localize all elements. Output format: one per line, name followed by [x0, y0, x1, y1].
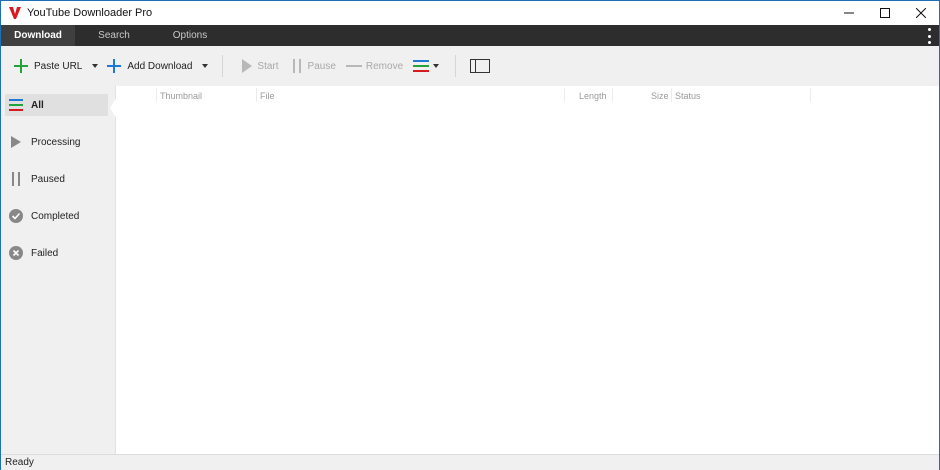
tab-search[interactable]: Search [75, 25, 153, 46]
tab-download[interactable]: Download [1, 25, 75, 46]
download-list: Thumbnail File Length Size Status [116, 86, 939, 454]
pause-icon [292, 59, 301, 73]
minimize-icon [844, 12, 854, 14]
x-circle-icon [9, 246, 23, 260]
tab-options[interactable]: Options [153, 25, 227, 46]
sidebar-item-label: Failed [31, 247, 59, 259]
close-button[interactable] [903, 1, 939, 25]
plus-blue-icon [107, 59, 122, 73]
app-logo-icon [7, 5, 23, 21]
add-download-label: Add Download [127, 60, 193, 72]
list-icon [9, 98, 23, 112]
plus-green-icon [14, 59, 28, 73]
sidebar-item-label: Paused [31, 173, 65, 185]
toolbar-divider [455, 55, 457, 77]
sidebar-item-failed[interactable]: Failed [5, 242, 108, 264]
toolbar-divider [222, 55, 224, 77]
list-filter-button[interactable] [413, 54, 440, 78]
remove-label: Remove [365, 60, 404, 72]
sidebar-item-processing[interactable]: Processing [5, 131, 108, 153]
status-text: Ready [5, 457, 34, 468]
add-download-dropdown[interactable] [202, 54, 209, 78]
sidebar-item-label: Completed [31, 210, 80, 222]
paste-url-button[interactable]: Paste URL [13, 54, 82, 78]
main-tab-bar: Download Search Options [1, 25, 939, 46]
column-header-thumbnail[interactable]: Thumbnail [160, 86, 202, 106]
minus-icon [345, 65, 362, 67]
pause-label: Pause [307, 60, 336, 72]
column-divider [564, 88, 565, 102]
check-circle-icon [9, 209, 23, 223]
colored-list-icon [413, 60, 430, 72]
sidebar-item-all[interactable]: All [5, 94, 108, 116]
sidebar-item-paused[interactable]: Paused [5, 168, 108, 190]
column-divider [256, 88, 257, 102]
paste-url-dropdown[interactable] [92, 54, 99, 78]
column-divider [671, 88, 672, 102]
remove-button[interactable]: Remove [345, 54, 404, 78]
sidebar: All Processing Paused Completed Failed [1, 86, 117, 454]
title-bar: YouTube Downloader Pro [1, 1, 939, 25]
chevron-down-icon [202, 64, 209, 68]
window-controls [831, 1, 939, 25]
play-icon [242, 59, 253, 73]
column-header-file[interactable]: File [260, 86, 275, 106]
panel-layout-icon [470, 59, 491, 73]
status-bar: Ready [1, 454, 939, 470]
sidebar-item-label: Processing [31, 136, 81, 148]
pause-button[interactable]: Pause [292, 54, 336, 78]
more-options-icon[interactable] [927, 28, 931, 44]
start-label: Start [257, 60, 279, 72]
sidebar-item-label: All [31, 99, 44, 111]
add-download-button[interactable]: Add Download [106, 54, 192, 78]
pause-icon [9, 172, 23, 186]
minimize-button[interactable] [831, 1, 867, 25]
maximize-button[interactable] [867, 1, 903, 25]
close-icon [916, 8, 926, 18]
start-button[interactable]: Start [241, 54, 279, 78]
app-window: YouTube Downloader Pro Download Search O… [0, 0, 940, 470]
paste-url-label: Paste URL [34, 60, 83, 72]
column-header-length[interactable]: Length [579, 86, 607, 106]
play-icon [9, 135, 23, 149]
toolbar: Paste URL Add Download Start Pause Remov… [1, 46, 939, 86]
column-divider [612, 88, 613, 102]
chevron-down-icon [92, 64, 99, 68]
sidebar-item-completed[interactable]: Completed [5, 205, 108, 227]
chevron-down-icon [433, 64, 440, 68]
column-divider [810, 88, 811, 102]
column-header-status[interactable]: Status [675, 86, 701, 106]
toggle-panel-button[interactable] [470, 54, 491, 78]
window-title: YouTube Downloader Pro [27, 7, 153, 19]
column-header-size[interactable]: Size [651, 86, 669, 106]
column-divider [156, 88, 157, 102]
maximize-icon [880, 8, 890, 18]
